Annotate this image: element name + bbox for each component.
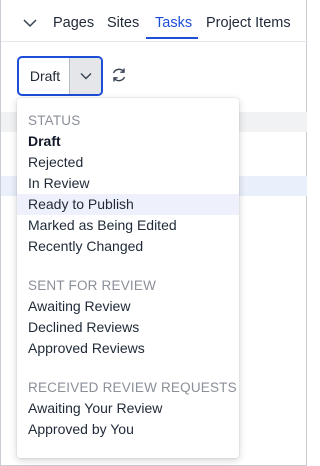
menu-item-declined-reviews[interactable]: Declined Reviews	[17, 317, 239, 338]
group-header-sent-for-review: SENT FOR REVIEW	[28, 278, 157, 293]
menu-item-approved-reviews[interactable]: Approved Reviews	[17, 338, 239, 359]
menu-item-recently-changed[interactable]: Recently Changed	[17, 236, 239, 257]
tab-bar: Pages Sites Tasks Project Items	[1, 0, 308, 42]
chevron-down-icon[interactable]	[22, 15, 38, 31]
active-tab-indicator	[146, 37, 198, 39]
menu-item-marked-as-being-edited[interactable]: Marked as Being Edited	[17, 215, 239, 236]
tab-project-items[interactable]: Project Items	[206, 15, 291, 31]
dropdown-toggle-button[interactable]	[69, 58, 101, 94]
menu-item-ready-to-publish[interactable]: Ready to Publish	[17, 194, 239, 215]
menu-item-in-review[interactable]: In Review	[17, 173, 239, 194]
menu-item-awaiting-review[interactable]: Awaiting Review	[17, 296, 239, 317]
refresh-icon[interactable]	[109, 65, 129, 85]
group-header-status: STATUS	[28, 113, 81, 128]
menu-item-approved-by-you[interactable]: Approved by You	[17, 419, 239, 440]
menu-item-rejected[interactable]: Rejected	[17, 152, 239, 173]
gadget-panel: Pages Sites Tasks Project Items Draft ST…	[0, 0, 308, 466]
group-header-received-review-requests: RECEIVED REVIEW REQUESTS	[28, 380, 237, 395]
tab-pages[interactable]: Pages	[53, 15, 94, 31]
tab-sites[interactable]: Sites	[107, 15, 139, 31]
status-dropdown-menu: STATUS Draft Rejected In Review Ready to…	[17, 98, 239, 458]
status-filter-select[interactable]: Draft	[17, 56, 103, 96]
status-filter-value: Draft	[29, 68, 61, 84]
chevron-down-icon	[80, 73, 91, 80]
menu-item-awaiting-your-review[interactable]: Awaiting Your Review	[17, 398, 239, 419]
tab-tasks[interactable]: Tasks	[155, 15, 192, 31]
menu-item-draft[interactable]: Draft	[17, 131, 239, 152]
